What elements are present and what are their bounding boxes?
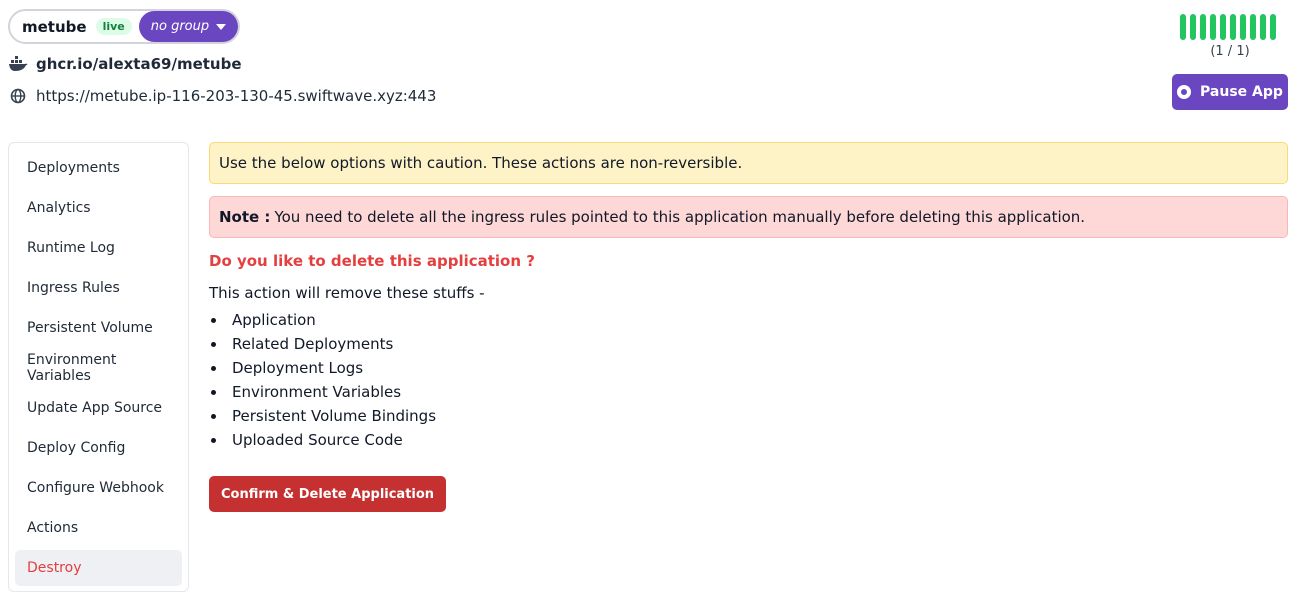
delete-question: Do you like to delete this application ? [209,252,535,270]
sidebar-item-persistent-volume[interactable]: Persistent Volume [15,310,182,346]
app-header-pill: metube live no group [8,9,241,44]
sidebar-item-configure-webhook[interactable]: Configure Webhook [15,470,182,506]
app-url-link[interactable]: https://metube.ip-116-203-130-45.swiftwa… [36,87,436,105]
list-item: Persistent Volume Bindings [209,404,1288,428]
docker-image-row: ghcr.io/alexta69/metube [8,54,242,74]
note-label: Note : [219,208,271,226]
list-item: Related Deployments [209,332,1288,356]
note-text: You need to delete all the ingress rules… [274,208,1086,226]
bullet-icon [211,389,216,395]
replica-bar [1230,14,1236,40]
list-item-text: Related Deployments [232,335,394,353]
sidebar-item-ingress-rules[interactable]: Ingress Rules [15,270,182,306]
sidebar-item-deploy-config[interactable]: Deploy Config [15,430,182,466]
pause-circle-icon [1177,85,1192,99]
app-name: metube [22,17,87,36]
list-item: Uploaded Source Code [209,428,1288,452]
list-item: Environment Variables [209,380,1288,404]
sidebar-item-analytics[interactable]: Analytics [15,190,182,226]
pause-app-label: Pause App [1200,84,1283,100]
destroy-panel: Use the below options with caution. Thes… [209,142,1288,512]
list-item-text: Application [232,311,316,329]
sidebar-item-deployments[interactable]: Deployments [15,150,182,186]
bullet-icon [211,341,216,347]
note-alert: Note : You need to delete all the ingres… [209,196,1288,238]
sidebar-item-actions[interactable]: Actions [15,510,182,546]
confirm-delete-button[interactable]: Confirm & Delete Application [209,476,447,512]
removal-intro: This action will remove these stuffs - [209,284,485,302]
sidebar-item-update-app-source[interactable]: Update App Source [15,390,182,426]
pause-app-button[interactable]: Pause App [1172,74,1288,110]
replica-bar [1260,14,1266,40]
caution-alert: Use the below options with caution. Thes… [209,142,1288,184]
replica-bar [1240,14,1246,40]
app-url-row: https://metube.ip-116-203-130-45.swiftwa… [8,86,436,106]
group-dropdown-button[interactable]: no group [138,11,239,42]
group-label: no group [150,19,210,34]
bullet-icon [211,437,216,443]
bullet-icon [211,317,216,323]
replica-status-bars [1180,14,1280,40]
replica-bar [1250,14,1256,40]
caret-down-icon [216,23,227,30]
app-sidebar: Deployments Analytics Runtime Log Ingres… [8,142,189,592]
replica-bar [1200,14,1206,40]
list-item-text: Uploaded Source Code [232,431,403,449]
status-badge: live [95,18,132,35]
replica-bar [1180,14,1186,40]
globe-icon [8,86,28,106]
removal-list: Application Related Deployments Deployme… [209,308,1288,452]
replica-bar [1190,14,1196,40]
list-item: Deployment Logs [209,356,1288,380]
sidebar-item-environment-variables[interactable]: Environment Variables [15,350,182,386]
replica-bar [1210,14,1216,40]
docker-icon [8,54,28,74]
replica-bar [1270,14,1276,40]
bullet-icon [211,365,216,371]
sidebar-item-runtime-log[interactable]: Runtime Log [15,230,182,266]
docker-image-name: ghcr.io/alexta69/metube [36,55,242,73]
list-item-text: Persistent Volume Bindings [232,407,437,425]
list-item: Application [209,308,1288,332]
sidebar-item-destroy[interactable]: Destroy [15,550,182,586]
list-item-text: Environment Variables [232,383,402,401]
bullet-icon [211,413,216,419]
list-item-text: Deployment Logs [232,359,364,377]
replica-bar [1220,14,1226,40]
replica-count: (1 / 1) [1210,44,1250,59]
